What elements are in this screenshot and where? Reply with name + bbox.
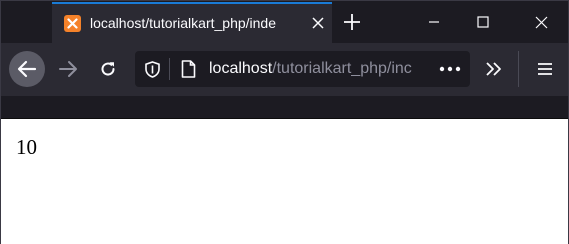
tab-title: localhost/tutorialkart_php/inde (90, 15, 277, 31)
tab-accent-line (52, 2, 332, 4)
url-path: /tutorialkart_php/inc (272, 60, 412, 77)
hamburger-menu-icon[interactable] (532, 56, 558, 82)
tab-active[interactable]: localhost/tutorialkart_php/inde (52, 2, 332, 43)
shield-icon[interactable] (143, 60, 161, 78)
url-text[interactable]: localhost/tutorialkart_php/inc (209, 60, 434, 78)
browser-window: localhost/tutorialkart_php/inde localhos… (0, 0, 569, 244)
page-output-text: 10 (16, 135, 37, 159)
minimize-icon[interactable] (421, 9, 447, 35)
back-arrow-icon[interactable] (9, 51, 45, 87)
reload-icon[interactable] (95, 56, 121, 82)
url-divider (169, 58, 170, 80)
tab-strip: localhost/tutorialkart_php/inde (1, 1, 568, 43)
maximize-icon[interactable] (470, 9, 496, 35)
chevron-double-right-icon[interactable] (481, 56, 507, 82)
forward-arrow-icon[interactable] (55, 56, 81, 82)
navigation-toolbar: localhost/tutorialkart_php/inc (1, 43, 568, 160)
page-info-icon[interactable] (179, 60, 197, 78)
new-tab-icon[interactable] (341, 11, 363, 33)
page-content: 10 (1, 118, 568, 244)
toolbar-divider (518, 51, 519, 87)
xampp-icon (64, 15, 81, 32)
url-host: localhost (209, 60, 273, 77)
more-actions-icon[interactable] (437, 60, 463, 78)
address-bar[interactable]: localhost/tutorialkart_php/inc (135, 51, 470, 87)
close-window-icon[interactable] (528, 9, 554, 35)
close-tab-icon[interactable] (308, 13, 328, 33)
